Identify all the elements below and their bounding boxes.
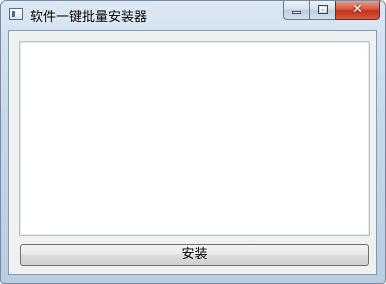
minimize-icon xyxy=(292,11,301,14)
close-icon: ✕ xyxy=(352,2,363,17)
app-window: 软件一键批量安装器 ✕ 安装 xyxy=(0,0,386,284)
maximize-icon xyxy=(318,5,328,14)
application-window-icon[interactable] xyxy=(9,8,23,20)
caption-buttons: ✕ xyxy=(283,1,380,20)
minimize-button[interactable] xyxy=(283,1,309,20)
title-bar[interactable]: 软件一键批量安装器 ✕ xyxy=(1,1,385,29)
log-text-area[interactable] xyxy=(19,41,370,236)
maximize-button[interactable] xyxy=(309,1,335,20)
client-area: 安装 xyxy=(8,30,377,275)
install-button[interactable]: 安装 xyxy=(20,244,369,266)
close-button[interactable]: ✕ xyxy=(335,1,380,20)
window-title: 软件一键批量安装器 xyxy=(30,10,148,25)
